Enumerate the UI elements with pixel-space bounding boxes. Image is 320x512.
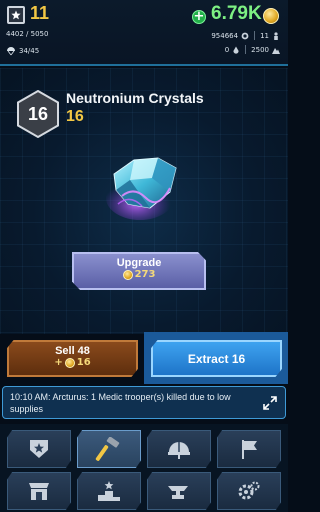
nav-troops-button[interactable] [147, 430, 211, 468]
upgrade-label: Upgrade [116, 257, 162, 269]
mountain-icon [272, 47, 280, 54]
bottom-navigation [0, 424, 288, 512]
resource-row-1: 954664 11 [211, 31, 280, 40]
notification-banner[interactable]: 10:10 AM: Arcturus: 1 Medic trooper(s) k… [2, 386, 286, 419]
sell-button[interactable]: Sell 48 + 16 [7, 340, 138, 377]
resource-c-value: 0 [224, 45, 230, 54]
resource-a-value: 954664 [211, 31, 239, 40]
flag-icon [242, 440, 257, 459]
coin-icon [263, 8, 279, 24]
extract-button[interactable]: Extract 16 [151, 340, 282, 377]
coin-icon [64, 357, 75, 368]
podium-icon [98, 481, 120, 501]
player-level: 11 [30, 3, 50, 23]
gears-icon [238, 481, 260, 500]
rank-star-icon[interactable] [7, 6, 25, 24]
supply-icon [241, 32, 249, 39]
upgrade-cost: 273 [74, 269, 204, 280]
base-icon [30, 440, 48, 458]
hammer-icon [95, 437, 120, 461]
sell-label: Sell 48 [55, 345, 90, 357]
resource-row-2: 0 2500 [225, 45, 280, 54]
add-coins-button[interactable]: + [192, 10, 206, 24]
neutronium-crystal-image [106, 157, 177, 220]
item-detail-panel: 16 Neutronium Crystals 16 Upgrade 273 [0, 68, 288, 334]
coin-icon [122, 269, 133, 280]
helmet-icon [168, 442, 190, 459]
nav-territory-button[interactable] [217, 430, 281, 468]
expand-icon[interactable] [263, 396, 277, 410]
nav-build-button[interactable] [77, 430, 141, 468]
nav-settings-button[interactable] [217, 472, 281, 510]
nav-shop-button[interactable] [7, 472, 71, 510]
anvil-icon [168, 486, 188, 499]
drop-icon [233, 46, 239, 54]
upgrade-button[interactable]: Upgrade 273 [72, 252, 206, 290]
resource-b-value: 11 [260, 31, 269, 40]
item-level-hex: 16 [16, 89, 60, 139]
resource-d-value: 2500 [251, 45, 269, 54]
item-count: 16 [66, 108, 84, 125]
coin-balance: 6.79K [211, 3, 262, 24]
xp-counter: 4402 / 5050 [6, 30, 49, 38]
nav-crafting-button[interactable] [147, 472, 211, 510]
notification-text: 10:10 AM: Arcturus: 1 Medic trooper(s) k… [10, 392, 231, 414]
population-counter: 34/45 [19, 47, 40, 55]
nav-base-button[interactable] [7, 430, 71, 468]
shop-icon [29, 483, 49, 500]
status-bar: 11 4402 / 5050 34/45 + 6.79K 954664 11 0… [0, 0, 288, 66]
sell-value: + 16 [54, 357, 91, 368]
item-name: Neutronium Crystals [66, 90, 204, 106]
parachute-icon [7, 47, 15, 56]
trooper-icon [274, 31, 278, 40]
nav-rankings-button[interactable] [77, 472, 141, 510]
